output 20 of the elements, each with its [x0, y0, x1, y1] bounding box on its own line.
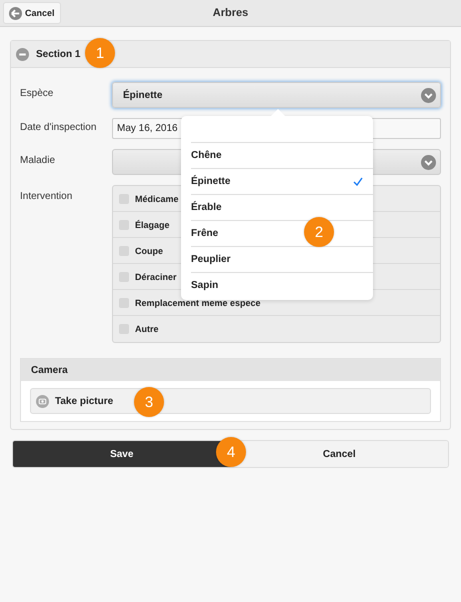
section-title: Section 1	[36, 48, 80, 60]
chevron-down-icon	[421, 88, 436, 102]
page-title: Arbres	[212, 7, 248, 19]
field-label: Espèce	[20, 87, 54, 99]
chevron-down-icon	[421, 154, 436, 170]
dropdown-option[interactable]: Épinette	[191, 168, 373, 194]
dropdown-option[interactable]: Chêne	[191, 142, 373, 168]
back-arrow-icon	[9, 6, 22, 20]
camera-header: Camera	[21, 359, 440, 381]
field-label: Maladie	[20, 154, 56, 166]
select-field[interactable]: Épinette	[112, 82, 441, 108]
back-button[interactable]: Cancel	[3, 2, 61, 24]
checkmark-icon	[353, 177, 363, 186]
camera-icon	[36, 394, 49, 408]
checkbox-option[interactable]: Autre	[113, 316, 440, 342]
dropdown-option[interactable]: Peuplier	[191, 246, 373, 272]
field-label: Intervention	[20, 190, 74, 202]
field-label: Date d'inspection	[20, 121, 98, 133]
dropdown-option[interactable]: Sapin	[191, 272, 373, 298]
collapse-icon[interactable]	[16, 48, 29, 60]
